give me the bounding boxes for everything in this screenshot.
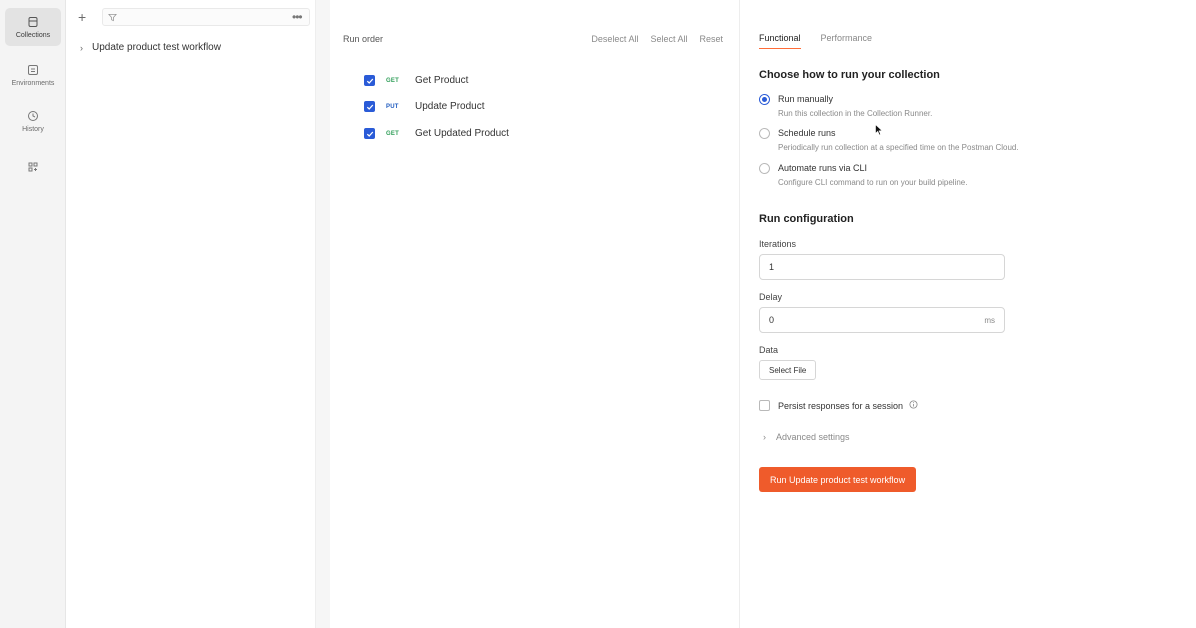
run-order-actions: Deselect All Select All Reset [591,34,723,44]
advanced-settings-label: Advanced settings [776,432,850,442]
radio-button[interactable] [759,163,770,174]
mouse-cursor-icon [875,124,883,136]
request-row[interactable]: GET Get Product [364,75,468,86]
run-option-manual[interactable]: Run manually Run this collection in the … [759,94,932,118]
delay-value: 0 [769,315,775,325]
more-options-icon[interactable]: ••• [292,10,303,24]
info-icon[interactable] [903,400,918,411]
iterations-label: Iterations [759,239,797,249]
check-icon [366,131,373,137]
delay-unit: ms [984,315,995,325]
option-label: Automate runs via CLI [778,163,868,173]
collections-sidebar: + ••• › Update product test workflow [66,0,316,628]
request-checkbox[interactable] [364,101,375,112]
run-option-cli[interactable]: Automate runs via CLI Configure CLI comm… [759,163,967,187]
option-label: Schedule runs [778,128,836,138]
collections-icon [28,16,38,27]
request-name: Update Product [415,101,485,112]
history-icon [28,110,38,121]
reset-button[interactable]: Reset [699,34,723,44]
method-badge: PUT [386,103,399,110]
request-row[interactable]: PUT Update Product [364,101,485,112]
persist-responses-option[interactable]: Persist responses for a session [759,400,918,411]
rail-label: Environments [11,79,55,87]
collection-name: Update product test workflow [92,42,221,53]
choose-run-title: Choose how to run your collection [759,69,940,81]
select-file-button[interactable]: Select File [759,360,817,380]
deselect-all-button[interactable]: Deselect All [591,34,638,44]
request-checkbox[interactable] [364,128,375,139]
radio-button[interactable] [759,94,770,105]
run-config-panel: Functional Performance Choose how to run… [741,0,1196,628]
persist-checkbox[interactable] [759,400,770,411]
check-icon [366,78,373,84]
request-name: Get Updated Product [415,128,509,139]
navigation-rail: Collections Environments History [0,0,66,628]
check-icon [366,104,373,110]
add-collection-icon[interactable]: + [78,10,86,24]
data-label: Data [759,345,779,355]
delay-input[interactable]: 0 ms [759,307,1005,333]
rail-label: Collections [15,31,51,39]
request-checkbox[interactable] [364,75,375,86]
rail-label: History [22,125,44,133]
tab-functional[interactable]: Functional [759,33,801,49]
run-order-title: Run order [343,34,384,44]
run-collection-button[interactable]: Run Update product test workflow [759,467,917,492]
iterations-value: 1 [769,262,775,272]
panel-divider [316,0,330,628]
filter-input[interactable] [102,8,310,26]
method-badge: GET [386,77,399,84]
environments-icon [28,64,38,75]
option-description: Run this collection in the Collection Ru… [778,109,933,118]
run-configuration-title: Run configuration [759,213,854,225]
persist-label: Persist responses for a session [778,400,904,411]
request-row[interactable]: GET Get Updated Product [364,128,509,139]
run-order-panel: Run order Deselect All Select All Reset … [330,0,740,628]
option-description: Configure CLI command to run on your bui… [778,178,968,187]
filter-icon [108,13,117,22]
rail-item-collections[interactable]: Collections [5,8,61,46]
chevron-right-icon: › [80,42,83,53]
method-badge: GET [386,130,399,137]
collection-item[interactable]: › Update product test workflow [80,42,221,53]
option-label: Run manually [778,94,834,104]
tab-performance[interactable]: Performance [821,33,873,49]
rail-item-history[interactable]: History [5,102,61,140]
chevron-right-icon: › [763,432,766,442]
option-description: Periodically run collection at a specifi… [778,143,1019,152]
delay-label: Delay [759,292,783,302]
radio-button[interactable] [759,128,770,139]
config-tabs: Functional Performance [759,33,872,49]
advanced-settings-toggle[interactable]: › Advanced settings [763,432,850,442]
rail-item-apps[interactable] [5,148,61,186]
select-all-button[interactable]: Select All [650,34,687,44]
apps-icon [28,162,38,172]
request-name: Get Product [415,75,469,86]
run-option-schedule[interactable]: Schedule runs Periodically run collectio… [759,128,1019,152]
iterations-input[interactable]: 1 [759,254,1005,280]
rail-item-environments[interactable]: Environments [5,56,61,94]
